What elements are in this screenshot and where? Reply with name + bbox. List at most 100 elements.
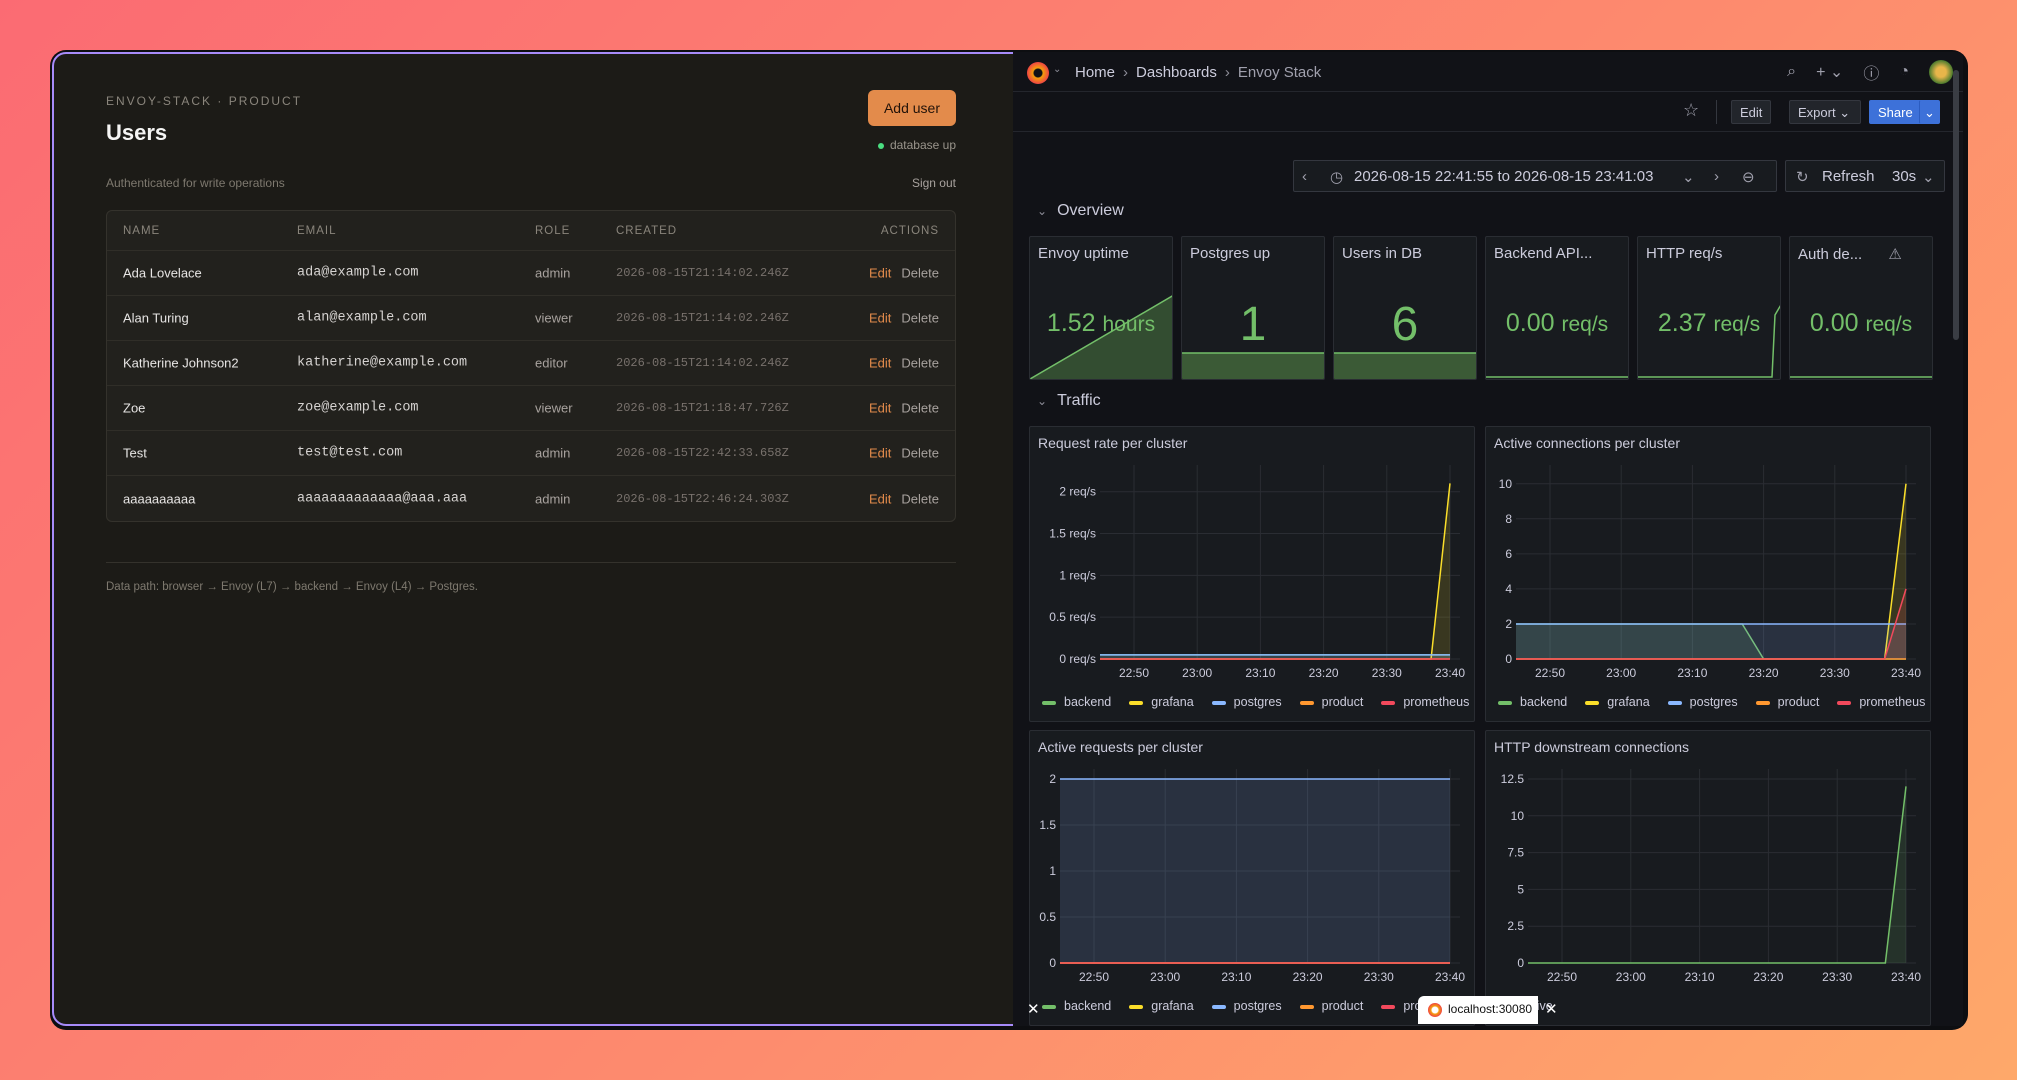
chevron-down-icon[interactable]: ⌄ [1682,168,1695,186]
chevron-down-icon[interactable]: ⌄ [1922,168,1935,186]
legend-item-grafana[interactable]: grafana [1129,695,1194,709]
users-app-pane: ENVOY-STACK · PRODUCT Users Add user dat… [52,52,1058,1026]
rss-icon[interactable]: ◔ [1899,63,1909,81]
legend-item-postgres[interactable]: postgres [1667,695,1738,709]
stat-http-req[interactable]: HTTP req/s 2.37 req/s [1637,236,1781,380]
stat-postgres-up[interactable]: Postgres up 1 [1181,236,1325,380]
y-tick-label: 8 [1505,512,1512,526]
stat-title: Backend API... [1494,245,1593,262]
share-dropdown-icon[interactable]: ⌄ [1919,100,1940,124]
stat-title-text: Auth de... [1798,246,1863,263]
x-tick-label: 23:00 [1606,666,1636,680]
legend-swatch [1211,700,1226,705]
stat-value: 0.00 [1505,309,1555,337]
export-button[interactable]: Export ⌄ [1789,100,1861,124]
legend-item-prometheus[interactable]: prometheus [1381,695,1469,709]
stat-users-in-db[interactable]: Users in DB 6 [1333,236,1477,380]
delete-button[interactable]: Delete [901,401,939,416]
edit-button[interactable]: Edit [869,401,891,416]
y-tick-label: 0.5 [1039,910,1056,924]
series-area-postgres [1060,779,1450,963]
user-role: editor [535,355,568,371]
scrollbar[interactable] [1953,70,1959,340]
section-traffic[interactable]: ⌄ Traffic [1037,392,1101,410]
time-forward-icon[interactable]: › [1714,168,1719,185]
time-back-icon[interactable]: ‹ [1302,168,1307,185]
refresh-interval[interactable]: 30s [1892,168,1916,185]
host-badge: localhost:30080 [1418,996,1538,1024]
panel-title: HTTP downstream connections [1494,739,1690,755]
edit-button[interactable]: Edit [869,491,891,506]
legend-item-grafana[interactable]: grafana [1585,695,1650,709]
legend-item-postgres[interactable]: postgres [1211,999,1282,1013]
legend-item-postgres[interactable]: postgres [1211,695,1282,709]
delete-button[interactable]: Delete [901,266,939,281]
user-role: admin [535,491,571,506]
chevron-down-icon: ⌄ [1037,394,1048,408]
time-range-text[interactable]: 2026-08-15 22:41:55 to 2026-08-15 23:41:… [1354,168,1653,185]
panel-request-rate[interactable]: 0 req/s 0.5 req/s 1 req/s 1.5 req/s 2 req/s 2… [1029,426,1475,722]
avatar[interactable] [1929,60,1953,84]
add-icon[interactable]: + ⌄ [1816,62,1843,82]
legend-item-backend[interactable]: backend [1042,695,1111,709]
delete-button[interactable]: Delete [901,446,939,461]
edit-button[interactable]: Edit [869,446,891,461]
x-tick-label: 23:40 [1435,666,1465,680]
y-tick-label: 5 [1517,882,1524,896]
table-row: Alan Turing alan@example.com viewer 2026… [107,296,955,341]
share-button[interactable]: Share [1869,100,1922,124]
legend-item-product[interactable]: product [1299,695,1363,709]
chevron-down-icon[interactable]: ⌄ [1053,64,1061,75]
close-icon[interactable]: ✕ [1027,1000,1040,1018]
close-icon[interactable]: ✕ [1545,1000,1558,1018]
stat-value: 6 [1391,298,1419,351]
app-eyebrow: ENVOY-STACK · PRODUCT [106,94,303,108]
x-tick-label: 23:20 [1309,666,1339,680]
edit-button[interactable]: Edit [869,266,891,281]
panel-active-connections[interactable]: 0 2 4 6 8 10 22:50 23:00 23:10 23:20 23:30 23:40 Act… [1485,426,1931,722]
legend-item-backend[interactable]: backend [1042,999,1111,1013]
stat-envoy-uptime[interactable]: Envoy uptime 1.52 hours [1029,236,1173,380]
panel-http-downstream[interactable]: 0 2.5 5 7.5 10 12.5 22:50 23:00 23:10 23:20 23:30 2… [1485,730,1931,1026]
auth-note: Authenticated for write operations [106,176,285,190]
legend-item-prometheus[interactable]: prometheus [1837,695,1925,709]
legend-item-product[interactable]: product [1755,695,1819,709]
stat-title: Postgres up [1190,245,1271,262]
legend-label: postgres [1233,999,1282,1013]
legend-item-backend[interactable]: backend [1498,695,1567,709]
edit-button[interactable]: Edit [869,356,891,371]
refresh-picker[interactable]: ↻ Refresh 30s ⌄ [1785,160,1945,192]
delete-button[interactable]: Delete [901,356,939,371]
stat-backend-api[interactable]: Backend API... 0.00 req/s [1485,236,1629,380]
add-user-button[interactable]: Add user [868,90,956,126]
dashboard-toolbar: ☆ Edit Export ⌄ Share ⌄ [1013,92,1963,132]
grafana-logo-icon[interactable] [1027,62,1049,84]
sign-out-link[interactable]: Sign out [912,176,956,190]
zoom-out-icon[interactable]: ⊖ [1742,168,1755,186]
section-overview[interactable]: ⌄ Overview [1037,202,1124,220]
col-actions: ACTIONS [880,224,939,237]
stat-title: Envoy uptime [1038,245,1129,262]
x-tick-label: 23:20 [1749,666,1779,680]
time-range-picker[interactable]: ‹ ◷ 2026-08-15 22:41:55 to 2026-08-15 23… [1293,160,1777,192]
warning-icon[interactable]: ⚠ [1888,246,1901,263]
breadcrumb-dashboards[interactable]: Dashboards [1136,64,1217,81]
help-icon[interactable]: ⓘ [1863,60,1879,84]
delete-button[interactable]: Delete [901,311,939,326]
stat-value: 1 [1239,298,1267,351]
section-overview-label: Overview [1057,202,1124,219]
refresh-button[interactable]: Refresh [1822,168,1875,185]
stat-value: 2.37 [1657,309,1707,337]
legend-item-grafana[interactable]: grafana [1129,999,1194,1013]
edit-button[interactable]: Edit [1731,100,1772,124]
stat-auth[interactable]: Auth de... ⚠ 0.00 req/s [1789,236,1933,380]
breadcrumb-home[interactable]: Home [1075,64,1115,81]
delete-button[interactable]: Delete [901,491,939,506]
panel-active-requests[interactable]: 0 0.5 1 1.5 2 22:50 23:00 23:10 23:20 23:30 23:40 A… [1029,730,1475,1026]
star-icon[interactable]: ☆ [1683,100,1699,121]
search-icon[interactable]: ⌕ [1787,63,1796,81]
edit-button[interactable]: Edit [869,311,891,326]
refresh-icon[interactable]: ↻ [1796,168,1809,186]
y-tick-label: 12.5 [1501,772,1525,786]
legend-item-product[interactable]: product [1299,999,1363,1013]
